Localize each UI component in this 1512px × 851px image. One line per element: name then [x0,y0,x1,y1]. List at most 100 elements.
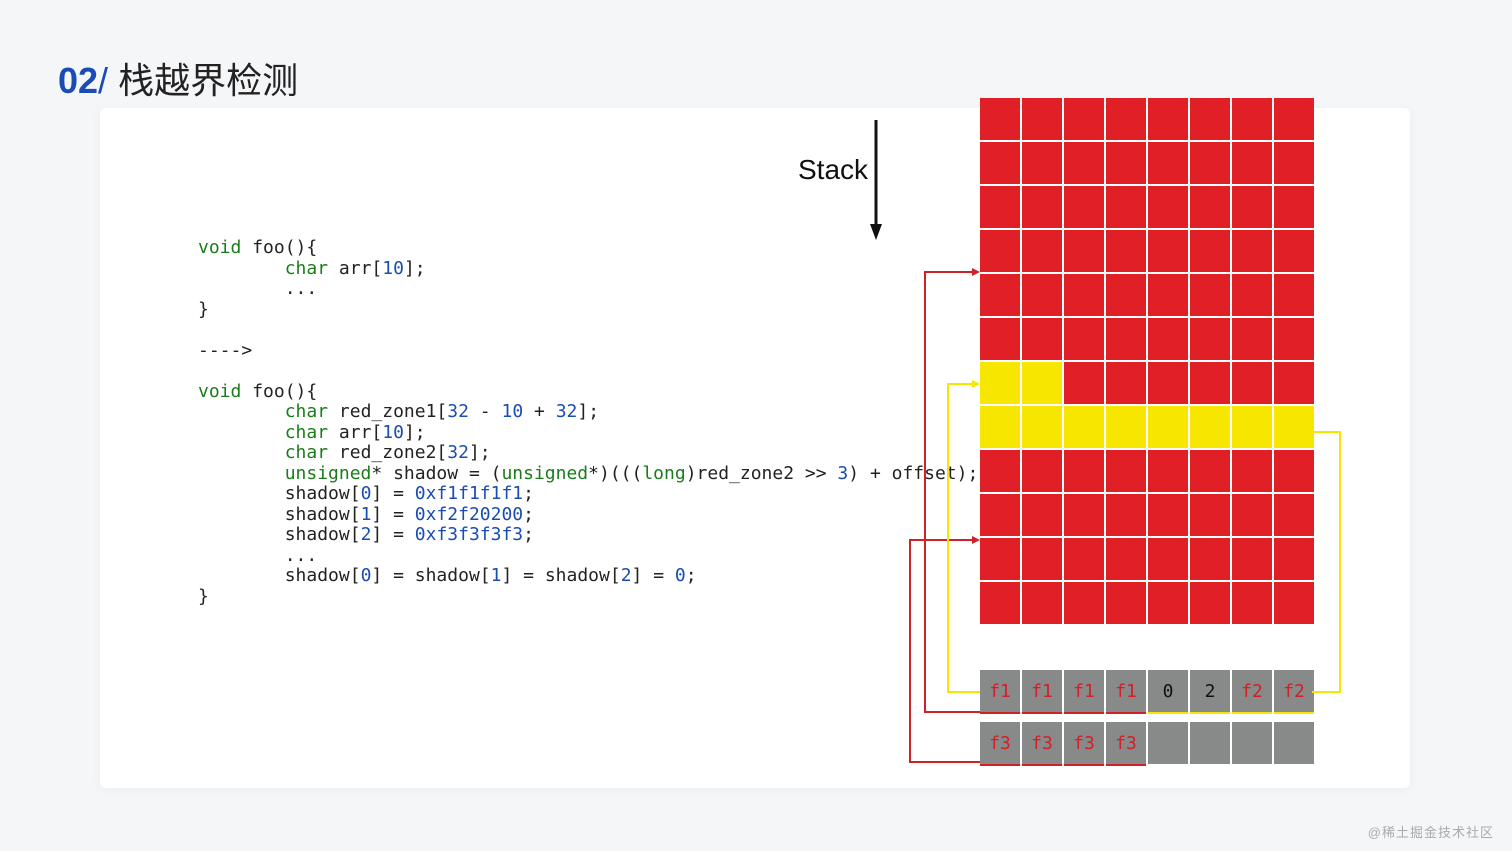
mem-cell-redzone [1106,230,1146,272]
mem-cell-redzone [1232,362,1272,404]
mem-cell-redzone [1190,230,1230,272]
mem-cell-redzone [1106,582,1146,624]
mem-cell-redzone [980,142,1020,184]
mem-cell-redzone [1064,230,1104,272]
mem-cell-redzone [1148,186,1188,228]
mem-cell-redzone [1232,98,1272,140]
mem-cell-redzone [1232,142,1272,184]
section-slash: / [98,60,108,101]
mem-cell-redzone [980,98,1020,140]
mem-cell-redzone [980,186,1020,228]
mem-cell-redzone [1148,230,1188,272]
mem-cell-redzone [1064,274,1104,316]
mem-cell-redzone [1064,494,1104,536]
mem-cell-redzone [980,450,1020,492]
mem-cell-redzone [1274,274,1314,316]
mem-cell-redzone [1022,318,1062,360]
mem-cell-redzone [980,538,1020,580]
mem-cell-redzone [1106,274,1146,316]
slide-header: 02/ 栈越界检测 [58,52,298,104]
mem-cell-redzone [1232,494,1272,536]
shadow-byte [1190,722,1230,764]
mem-cell-redzone [1148,362,1188,404]
mem-cell-redzone [980,318,1020,360]
mem-cell-redzone [1274,318,1314,360]
mem-cell-redzone [980,494,1020,536]
mem-cell-redzone [1022,582,1062,624]
shadow-byte: f1 [1064,670,1104,712]
mem-cell-redzone [1190,142,1230,184]
mem-cell-redzone [1064,538,1104,580]
mem-cell-redzone [1022,450,1062,492]
mem-cell-redzone [1232,274,1272,316]
code-block: void foo(){ char arr[10]; ... } ----> vo… [198,238,978,607]
mem-cell-redzone [1106,494,1146,536]
mem-cell-addressable [1022,362,1062,404]
mem-cell-redzone [1232,230,1272,272]
mem-cell-redzone [1106,362,1146,404]
mem-cell-addressable [980,362,1020,404]
mem-cell-addressable [1148,406,1188,448]
mem-cell-redzone [1274,142,1314,184]
mem-cell-redzone [1106,186,1146,228]
mem-cell-addressable [1232,406,1272,448]
mem-cell-addressable [980,406,1020,448]
mem-cell-redzone [1148,450,1188,492]
shadow-byte: 2 [1190,670,1230,712]
mem-cell-addressable [1274,406,1314,448]
mem-cell-redzone [1148,274,1188,316]
stack-label: Stack [798,154,868,186]
mem-cell-redzone [1148,98,1188,140]
mem-cell-redzone [1064,186,1104,228]
mem-cell-redzone [1064,450,1104,492]
mem-cell-redzone [1064,98,1104,140]
mem-cell-redzone [1148,538,1188,580]
mem-cell-redzone [1274,538,1314,580]
mem-cell-redzone [1190,582,1230,624]
mem-cell-redzone [1190,186,1230,228]
mem-cell-redzone [1148,318,1188,360]
mem-cell-redzone [1190,538,1230,580]
mem-cell-redzone [1190,494,1230,536]
mem-cell-addressable [1022,406,1062,448]
mem-cell-redzone [1274,98,1314,140]
mem-cell-redzone [1106,538,1146,580]
mem-cell-redzone [1106,98,1146,140]
mem-cell-redzone [1232,318,1272,360]
mem-cell-redzone [1106,318,1146,360]
mem-cell-redzone [1274,230,1314,272]
mem-cell-redzone [1274,582,1314,624]
mem-cell-redzone [1148,494,1188,536]
mem-cell-redzone [980,582,1020,624]
mem-cell-redzone [1064,142,1104,184]
mem-cell-redzone [980,230,1020,272]
mem-cell-addressable [1106,406,1146,448]
mem-cell-redzone [1190,362,1230,404]
mem-cell-redzone [1232,538,1272,580]
shadow-byte [1232,722,1272,764]
mem-cell-redzone [1022,494,1062,536]
mem-cell-redzone [1064,362,1104,404]
shadow-byte: f2 [1274,670,1314,712]
mem-cell-redzone [1022,186,1062,228]
mem-cell-redzone [1064,582,1104,624]
mem-cell-redzone [1148,582,1188,624]
mem-cell-redzone [1190,318,1230,360]
section-number: 02 [58,60,98,101]
mem-cell-addressable [1190,406,1230,448]
mem-cell-redzone [1190,450,1230,492]
shadow-byte: 0 [1148,670,1188,712]
shadow-byte [1274,722,1314,764]
shadow-byte: f2 [1232,670,1272,712]
mem-cell-redzone [1022,274,1062,316]
memory-grid [980,98,1302,624]
mem-cell-redzone [1190,98,1230,140]
mem-cell-redzone [1106,450,1146,492]
section-title: 栈越界检测 [118,60,298,101]
shadow-byte: f1 [980,670,1020,712]
shadow-byte [1148,722,1188,764]
mem-cell-redzone [1274,362,1314,404]
mem-cell-redzone [1190,274,1230,316]
mem-cell-redzone [980,274,1020,316]
mem-cell-redzone [1232,450,1272,492]
